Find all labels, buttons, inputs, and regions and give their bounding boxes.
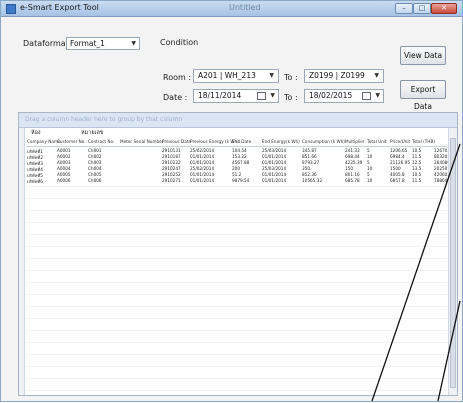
column-header-contract-no[interactable]: Contract No.: [88, 139, 114, 144]
chevron-down-icon: ▼: [374, 72, 379, 79]
column-header-meter-serial[interactable]: Meter Serial Number: [120, 139, 163, 144]
export-data-button[interactable]: Export Data: [400, 80, 446, 111]
table-cell: 25/02/2014: [190, 166, 215, 171]
data-grid[interactable]: Drag a column header here to group by th…: [18, 112, 458, 396]
minimize-icon[interactable]: –: [395, 3, 413, 14]
table-cell: 241.33: [345, 148, 360, 153]
table-cell: 10.5: [412, 148, 422, 153]
table-cell: A0002: [57, 154, 71, 159]
scrollbar-thumb[interactable]: [450, 138, 456, 388]
condition-label: Condition: [160, 38, 199, 47]
table-cell: 2910187: [162, 154, 181, 159]
table-cell: 01/01/2014: [190, 160, 215, 165]
calendar-icon: [362, 92, 371, 100]
date-from-value: 18/11/2014: [198, 91, 242, 100]
date-to-picker[interactable]: 18/02/2015 ▼: [304, 89, 384, 103]
table-cell: 1206.65: [390, 148, 408, 153]
column-header-consumption[interactable]: Consumption (k Wh): [302, 139, 345, 144]
table-cell: A0003: [57, 160, 71, 165]
table-cell: 25/03/2014: [262, 166, 287, 171]
table-cell: 1500: [390, 166, 401, 171]
table-cell: A0004: [57, 166, 71, 171]
dataformat-value: Format_1: [70, 39, 105, 48]
group-header-room[interactable]: ห้อง: [31, 129, 41, 138]
table-cell: 6984.4: [390, 154, 405, 159]
table-cell: 350: [302, 166, 310, 171]
table-cell: 2910222: [162, 160, 181, 165]
table-cell: 153.22: [232, 154, 247, 159]
main-window: e-Smart Export Tool Untitled – □ ✕ Dataf…: [0, 0, 463, 402]
app-icon: [6, 4, 16, 14]
row-indicator-column: [19, 128, 25, 395]
table-cell: 12.5: [412, 160, 422, 165]
table-cell: 11.5: [412, 154, 422, 159]
date-label: Date :: [163, 93, 188, 102]
column-header-end-energy[interactable]: End Energy(k Wh): [262, 139, 300, 144]
table-cell: Ch001: [88, 148, 102, 153]
faded-title: Untitled: [229, 3, 261, 12]
table-cell: 5: [367, 160, 370, 165]
table-cell: 8793.27: [302, 160, 320, 165]
column-header-total-unit[interactable]: Total Unit: [367, 139, 387, 144]
calendar-icon: [257, 92, 266, 100]
chevron-down-icon: ▼: [131, 40, 136, 47]
table-cell: 25/02/2014: [190, 148, 215, 153]
column-header-company[interactable]: Company Name: [27, 139, 61, 144]
table-cell: 10: [367, 166, 373, 171]
chevron-down-icon: ▼: [269, 72, 274, 79]
close-icon[interactable]: ✕: [431, 3, 457, 14]
room-from-select[interactable]: A201 | WH_213 ▼: [193, 69, 279, 83]
room-from-value: A201 | WH_213: [198, 71, 256, 80]
table-cell: 200: [232, 166, 240, 171]
room-to-select[interactable]: Z0199 | Z0199 ▼: [304, 69, 384, 83]
room-label: Room :: [163, 73, 192, 82]
table-cell: 01/01/2014: [190, 154, 215, 159]
table-cell: 4225.39: [345, 160, 363, 165]
chevron-down-icon: ▼: [375, 92, 380, 99]
dataformat-select[interactable]: Format_1 ▼: [66, 37, 140, 50]
table-cell: A0001: [57, 148, 71, 153]
title-bar[interactable]: e-Smart Export Tool Untitled – □ ✕: [1, 1, 462, 17]
column-header-multiplier[interactable]: Multiplier: [345, 139, 365, 144]
date-to-value: 18/02/2015: [309, 91, 353, 100]
table-cell: 104.54: [232, 148, 247, 153]
table-cell: Ch004: [88, 166, 102, 171]
view-data-button[interactable]: View Data: [400, 46, 446, 65]
column-header-total-thb[interactable]: Total (THB): [412, 139, 435, 144]
room-to-label: To :: [284, 73, 298, 82]
column-header-price-unit[interactable]: Price/Unit: [390, 139, 410, 144]
maximize-icon[interactable]: □: [413, 3, 431, 14]
date-from-picker[interactable]: 18/11/2014 ▼: [193, 89, 279, 103]
window-title: e-Smart Export Tool: [20, 3, 99, 12]
table-cell: 01/01/2014: [262, 160, 287, 165]
date-to-label: To :: [284, 93, 298, 102]
chevron-down-icon: ▼: [270, 92, 275, 99]
group-by-hint: Drag a column header here to group by th…: [25, 116, 183, 123]
table-cell: 25/03/2014: [262, 148, 287, 153]
table-cell: 4567.88: [232, 160, 250, 165]
table-cell: Ch002: [88, 154, 102, 159]
group-by-panel[interactable]: Drag a column header here to group by th…: [19, 113, 457, 128]
table-cell: 20250: [434, 166, 448, 171]
column-header-end-date[interactable]: End Date: [232, 139, 251, 144]
table-cell: 5: [367, 148, 370, 153]
room-to-value: Z0199 | Z0199: [309, 71, 365, 80]
vertical-scrollbar[interactable]: [448, 128, 457, 395]
table-cell: 10: [367, 154, 373, 159]
table-cell: 2910131: [162, 148, 181, 153]
table-cell: 345.87: [302, 148, 317, 153]
table-cell: Ch003: [88, 160, 102, 165]
table-cell: 851.66: [302, 154, 317, 159]
column-header-customer-no[interactable]: Customer No.: [57, 139, 86, 144]
group-header-number[interactable]: หมายเลข: [81, 129, 104, 138]
table-cell: 150: [345, 166, 353, 171]
table-cell: 13.5: [412, 166, 422, 171]
table-cell: 698.44: [345, 154, 360, 159]
table-cell: 21126.95: [390, 160, 410, 165]
column-header-previous-date[interactable]: Previous Date: [162, 139, 191, 144]
table-cell: 01/01/2014: [262, 154, 287, 159]
empty-grid-area: [26, 175, 447, 393]
column-header-row: Company Name Customer No. Contract No. M…: [26, 139, 447, 147]
table-cell: 2910247: [162, 166, 181, 171]
